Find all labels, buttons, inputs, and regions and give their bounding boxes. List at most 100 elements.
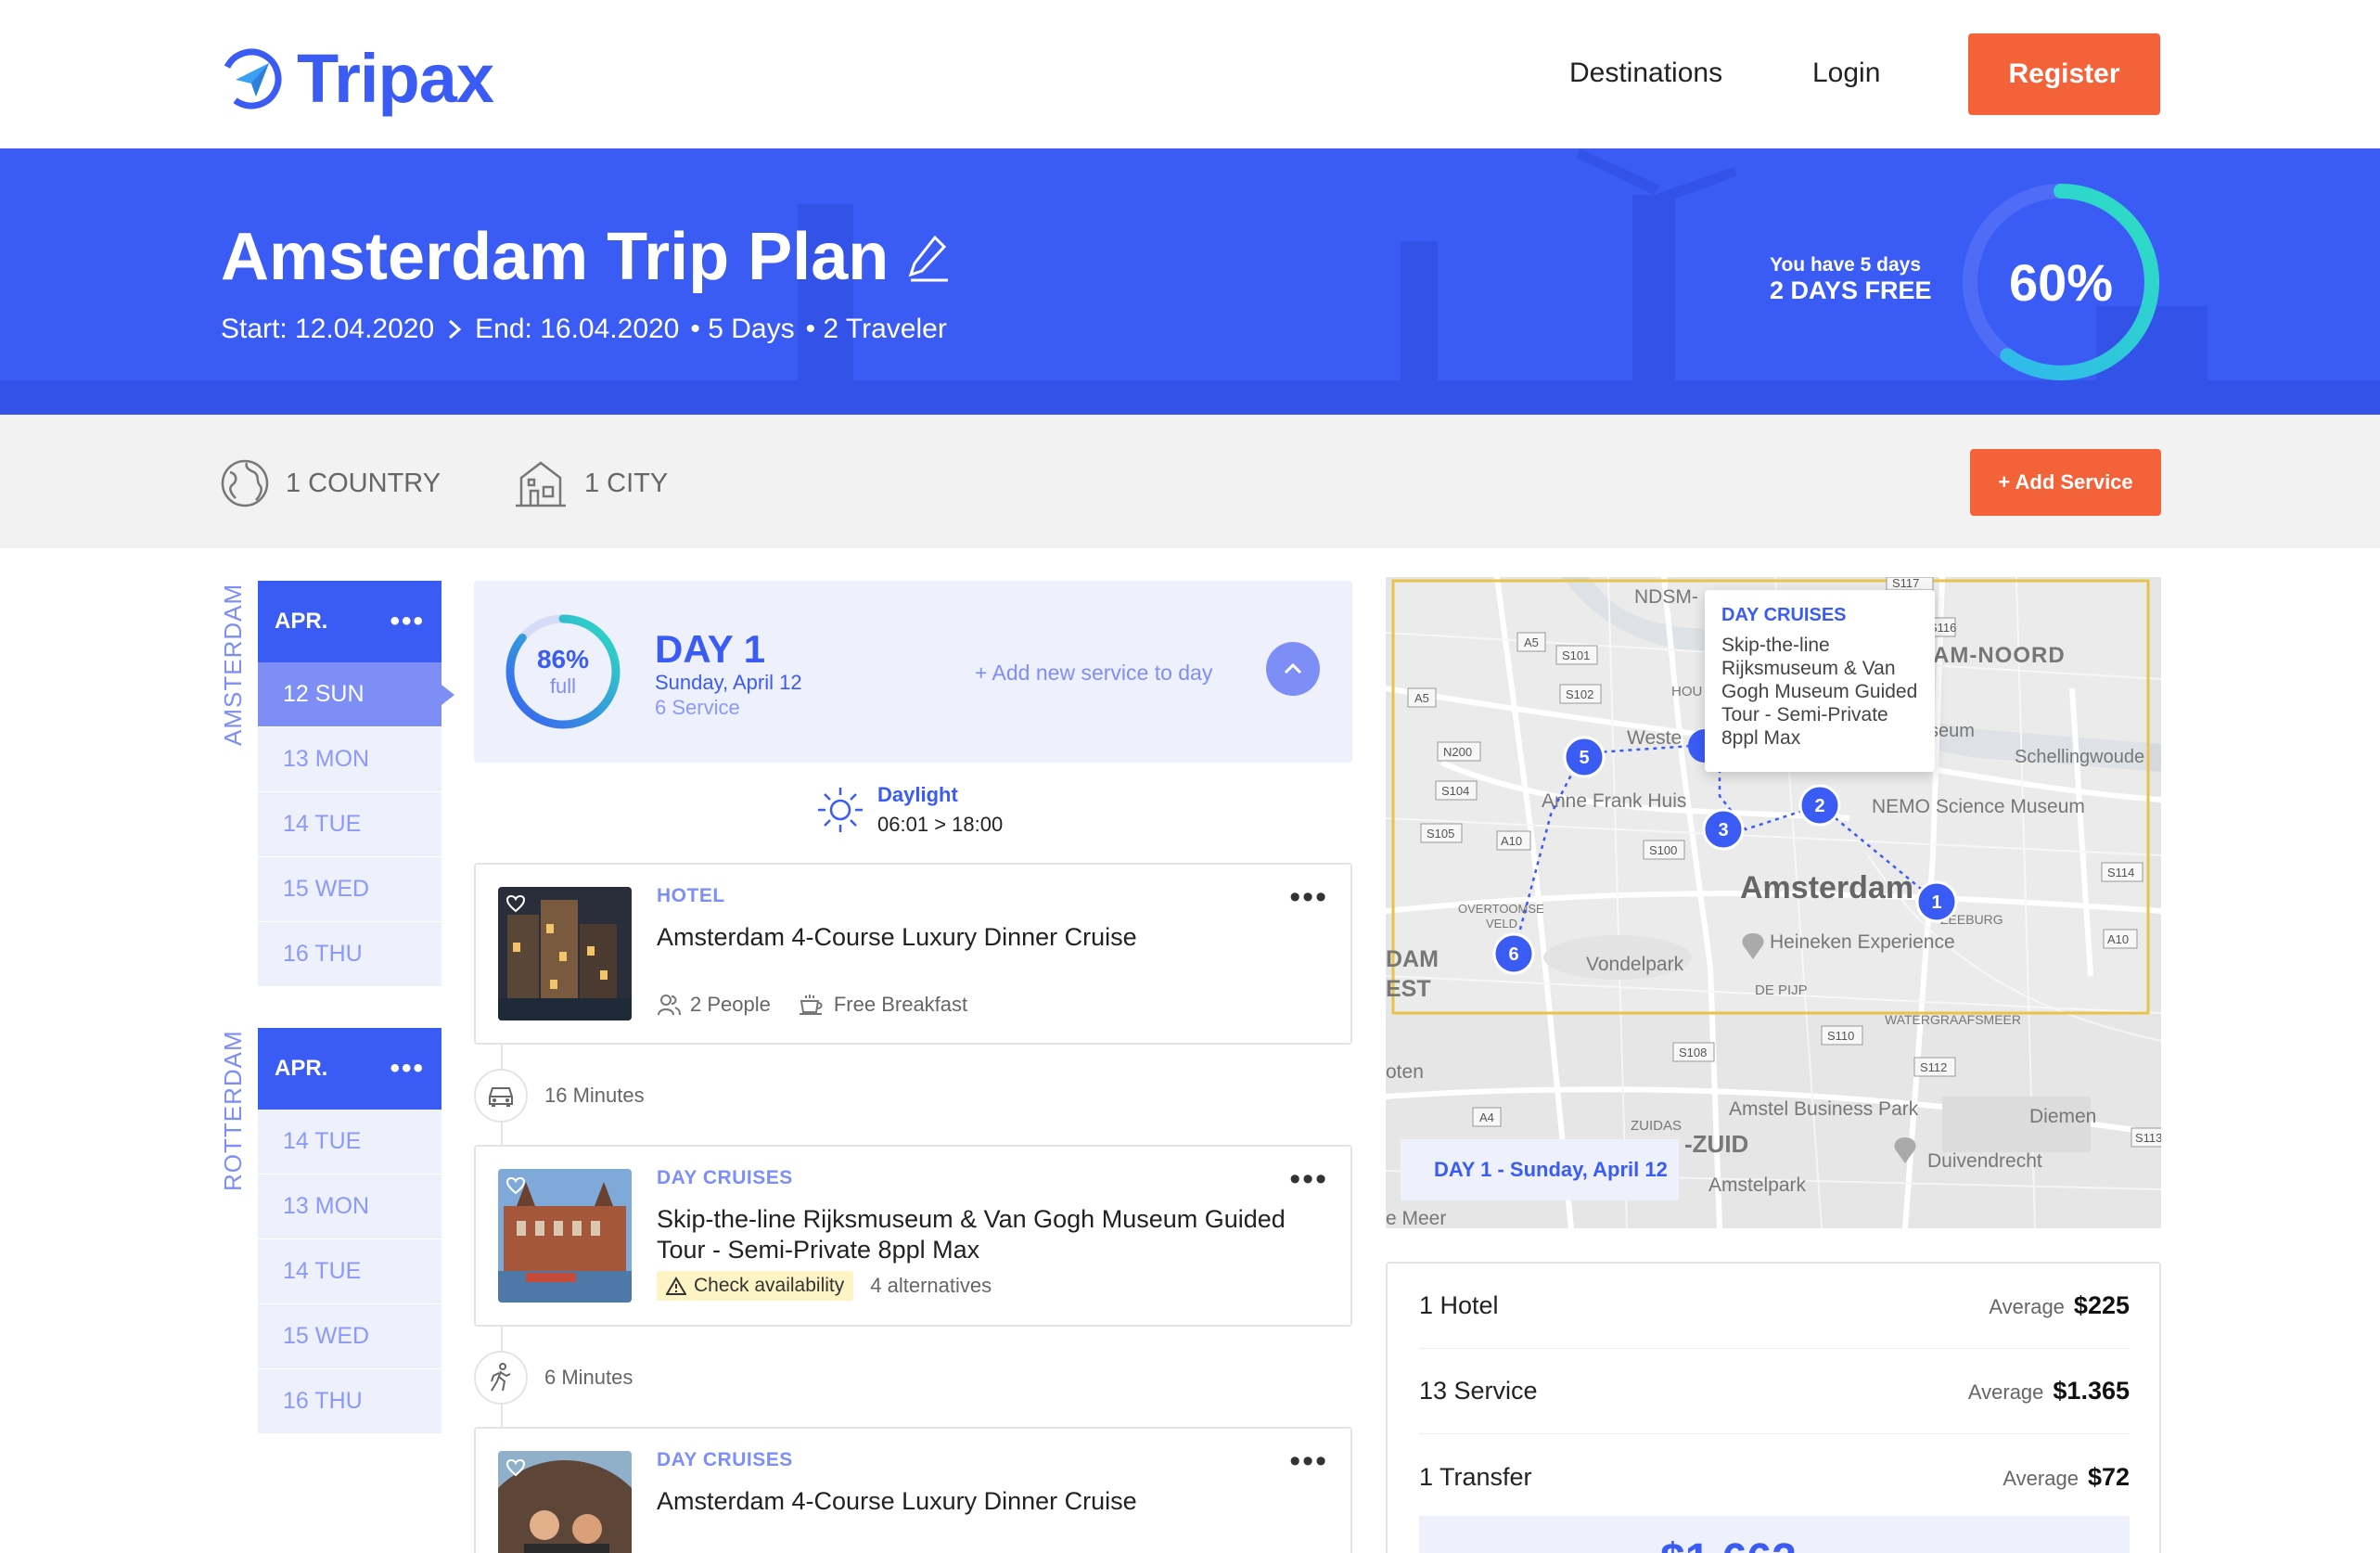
map-day-label: DAY 1 - Sunday, April 12 bbox=[1401, 1139, 1679, 1200]
service-card-hotel[interactable]: HOTEL Amsterdam 4-Course Luxury Dinner C… bbox=[474, 863, 1352, 1045]
breakfast-text: Free Breakfast bbox=[833, 993, 968, 1016]
svg-text:S117: S117 bbox=[1892, 577, 1919, 590]
service-thumbnail bbox=[498, 1451, 632, 1553]
svg-text:A5: A5 bbox=[1414, 691, 1429, 705]
svg-text:S101: S101 bbox=[1562, 648, 1590, 662]
cost-total-box: $1.662 bbox=[1419, 1516, 2130, 1553]
svg-text:Duivendrecht: Duivendrecht bbox=[1927, 1150, 2042, 1172]
svg-text:A5: A5 bbox=[1524, 635, 1539, 649]
heart-icon[interactable] bbox=[505, 1176, 526, 1195]
svg-text:S104: S104 bbox=[1441, 784, 1469, 798]
heart-icon[interactable] bbox=[505, 894, 526, 913]
calendar-rotterdam: APR. ••• 14 TUE 13 MON 14 TUE 15 WED 16 … bbox=[258, 1028, 441, 1434]
svg-text:A10: A10 bbox=[1501, 834, 1522, 848]
svg-text:2: 2 bbox=[1814, 796, 1824, 816]
nav-destinations-link[interactable]: Destinations bbox=[1569, 58, 1722, 89]
add-service-to-day-link[interactable]: + Add new service to day bbox=[975, 661, 1212, 686]
transfer-duration: 6 Minutes bbox=[544, 1366, 633, 1389]
walk-icon bbox=[474, 1351, 528, 1405]
sunrise-time: 06:01 bbox=[877, 813, 929, 836]
cost-item-name: 1 Transfer bbox=[1419, 1462, 1532, 1491]
svg-text:S105: S105 bbox=[1427, 827, 1454, 841]
calendar-day-15-wed[interactable]: 15 WED bbox=[258, 1304, 441, 1369]
svg-text:Amsterdam: Amsterdam bbox=[1740, 870, 1913, 905]
svg-text:S112: S112 bbox=[1920, 1060, 1947, 1074]
cost-summary-panel: 1 Hotel Average $225 13 Service Average $1… bbox=[1386, 1262, 2161, 1553]
register-button[interactable]: Register bbox=[1968, 33, 2160, 115]
map-marker-2: 2 bbox=[1798, 784, 1841, 827]
svg-text:Anne Frank Huis: Anne Frank Huis bbox=[1542, 790, 1686, 812]
calendar-day-12-sun[interactable]: 12 SUN bbox=[258, 662, 454, 727]
calendar-amsterdam: APR. ••• 12 SUN 13 MON 14 TUE 15 WED 16 … bbox=[258, 581, 454, 987]
more-options-icon[interactable]: ••• bbox=[1289, 1444, 1328, 1480]
svg-text:S102: S102 bbox=[1566, 687, 1593, 701]
svg-text:WATERGRAAFSMEER: WATERGRAAFSMEER bbox=[1885, 1012, 2021, 1027]
add-service-button[interactable]: + Add Service bbox=[1970, 449, 2161, 516]
calendar-day-14-tue[interactable]: 14 TUE bbox=[258, 1110, 441, 1174]
average-label: Average bbox=[2003, 1466, 2079, 1490]
heart-icon[interactable] bbox=[505, 1458, 526, 1477]
city-count-label: 1 CITY bbox=[584, 468, 669, 498]
day-date: Sunday, April 12 bbox=[655, 671, 802, 694]
cost-amount: $225 bbox=[2073, 1291, 2130, 1319]
cost-item-value: Average $225 bbox=[1989, 1291, 2130, 1320]
chevron-right-icon bbox=[449, 319, 462, 340]
cost-item-name: 13 Service bbox=[1419, 1377, 1538, 1405]
map-tooltip-type: DAY CRUISES bbox=[1721, 605, 1847, 625]
service-title[interactable]: Amsterdam 4-Course Luxury Dinner Cruise bbox=[657, 922, 1287, 953]
city-label-rotterdam: ROTTERDAM bbox=[219, 1030, 247, 1191]
service-thumbnail bbox=[498, 887, 632, 1020]
calendar-month-header: APR. ••• bbox=[258, 581, 441, 662]
trip-dates: Start: 12.04.2020 End: 16.04.2020 • 5 Da… bbox=[221, 314, 947, 345]
logo[interactable]: Tripax bbox=[219, 39, 494, 118]
svg-text:oten: oten bbox=[1386, 1061, 1424, 1083]
svg-text:OVERTOOMSE: OVERTOOMSE bbox=[1458, 902, 1544, 916]
calendar-month-header: APR. ••• bbox=[258, 1028, 441, 1110]
service-title[interactable]: Amsterdam 4-Course Luxury Dinner Cruise bbox=[657, 1486, 1287, 1517]
day-fill-label: 86% full bbox=[504, 612, 622, 731]
calendar-day-14-tue[interactable]: 14 TUE bbox=[258, 1239, 441, 1304]
svg-text:Amstelpark: Amstelpark bbox=[1708, 1174, 1807, 1196]
service-meta: Check availability 4 alternatives bbox=[657, 1271, 992, 1301]
day-service-count: 6 Service bbox=[655, 696, 740, 719]
cost-row-transfer: 1 Transfer Average $72 bbox=[1419, 1434, 2130, 1520]
service-title[interactable]: Skip-the-line Rijksmuseum & Van Gogh Mus… bbox=[657, 1204, 1287, 1265]
service-card-day-cruise[interactable]: DAY CRUISES Amsterdam 4-Course Luxury Di… bbox=[474, 1427, 1352, 1553]
svg-text:Diemen: Diemen bbox=[2029, 1106, 2096, 1127]
more-options-icon[interactable]: ••• bbox=[390, 1053, 425, 1085]
collapse-day-button[interactable] bbox=[1266, 642, 1320, 696]
svg-text:VELD: VELD bbox=[1486, 917, 1517, 931]
cost-row-service: 13 Service Average $1.365 bbox=[1419, 1349, 2130, 1434]
cost-item-name: 1 Hotel bbox=[1419, 1291, 1499, 1319]
calendar-day-13-mon[interactable]: 13 MON bbox=[258, 727, 441, 792]
calendar-day-16-thu[interactable]: 16 THU bbox=[258, 922, 441, 987]
paper-plane-icon bbox=[219, 46, 284, 111]
svg-text:A4: A4 bbox=[1479, 1110, 1494, 1124]
calendar-day-14-tue[interactable]: 14 TUE bbox=[258, 792, 441, 857]
more-options-icon[interactable]: ••• bbox=[390, 606, 425, 637]
service-card-day-cruise[interactable]: DAY CRUISES Skip-the-line Rijksmuseum & … bbox=[474, 1145, 1352, 1327]
check-availability-badge[interactable]: Check availability bbox=[657, 1271, 854, 1301]
svg-text:S100: S100 bbox=[1649, 843, 1677, 857]
trip-summary-bar: 1 COUNTRY 1 CITY + Add Service bbox=[0, 415, 2380, 548]
trip-title: Amsterdam Trip Plan bbox=[221, 219, 950, 295]
average-label: Average bbox=[1967, 1380, 2044, 1404]
logo-text: Tripax bbox=[297, 40, 494, 117]
calendar-day-13-mon[interactable]: 13 MON bbox=[258, 1174, 441, 1239]
calendar-day-15-wed[interactable]: 15 WED bbox=[258, 857, 441, 922]
calendar-day-16-thu[interactable]: 16 THU bbox=[258, 1369, 441, 1434]
svg-text:S113: S113 bbox=[2135, 1131, 2161, 1145]
cost-row-hotel: 1 Hotel Average $225 bbox=[1419, 1264, 2130, 1349]
more-options-icon[interactable]: ••• bbox=[1289, 879, 1328, 916]
nav-login-link[interactable]: Login bbox=[1812, 58, 1880, 89]
transfer-car: 16 Minutes bbox=[474, 1069, 645, 1123]
daylight-label: Daylight bbox=[877, 783, 958, 806]
svg-text:ZUIDAS: ZUIDAS bbox=[1631, 1118, 1682, 1134]
chevron-right-icon: > bbox=[934, 813, 953, 836]
country-count: 1 COUNTRY bbox=[219, 457, 441, 509]
svg-text:1: 1 bbox=[1931, 892, 1941, 913]
svg-text:e Meer: e Meer bbox=[1386, 1208, 1446, 1228]
alternatives-link[interactable]: 4 alternatives bbox=[870, 1274, 992, 1298]
more-options-icon[interactable]: ••• bbox=[1289, 1162, 1328, 1198]
edit-pencil-icon[interactable] bbox=[907, 232, 950, 282]
